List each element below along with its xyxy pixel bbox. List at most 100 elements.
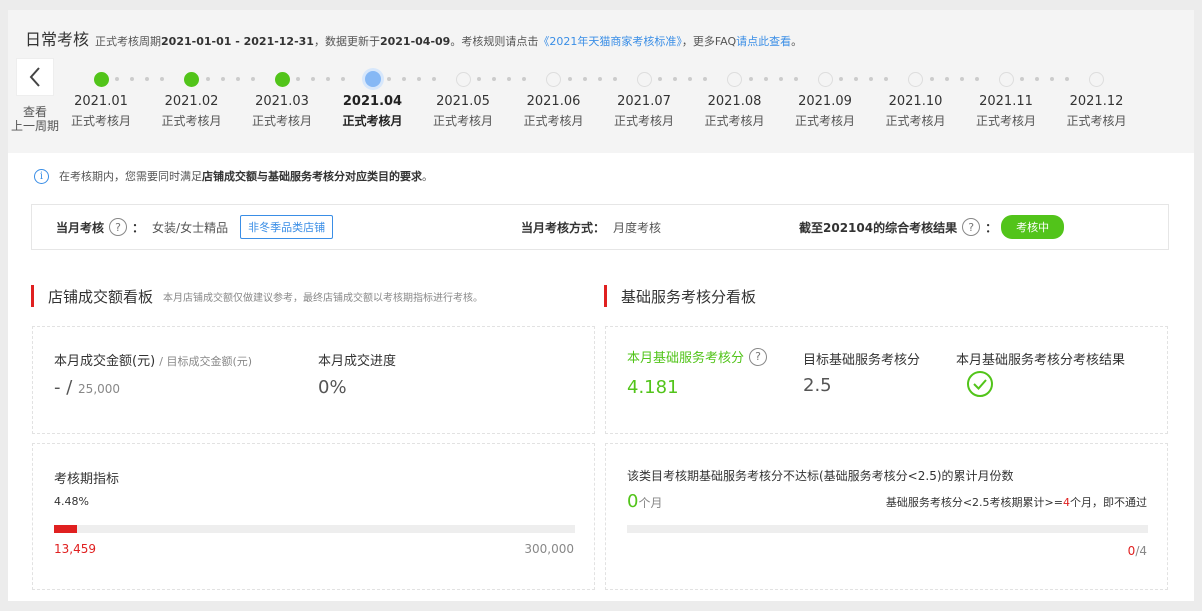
monthly-label: 当月考核: [56, 220, 105, 235]
timeline-dot-2021.11[interactable]: [998, 71, 1014, 87]
rule-limit: 4: [1063, 496, 1070, 509]
timeline-dot-2021.10[interactable]: [908, 71, 923, 87]
timeline-dot-2021.07[interactable]: [636, 71, 652, 87]
question-icon[interactable]: ?: [109, 218, 128, 236]
faq-link[interactable]: 请点此查看: [736, 35, 791, 48]
timeline-connector-dot: [974, 77, 979, 81]
timeline-connector-dot: [839, 77, 843, 81]
result-score-label: 本月基础服务考核分考核结果: [956, 353, 1126, 368]
sales-period-card: 考核期指标 4.48% 13,459 300,000: [32, 443, 595, 590]
overall-result: 截至202104的综合考核结果 ? ： 考核中: [799, 205, 1065, 249]
update-date: 2021-04-09: [379, 35, 451, 48]
timeline-connector-dot: [205, 77, 210, 81]
service-section-title: 基础服务考核分看板: [604, 285, 756, 307]
timeline-month-label: 2021.03: [255, 94, 309, 109]
period-current: 13,459: [54, 542, 96, 556]
result-label: 截至202104的综合考核结果: [799, 220, 958, 235]
timeline-month-label: 2021.02: [164, 94, 219, 109]
timeline-connector-dot: [1035, 77, 1039, 81]
timeline-connector-dot: [326, 77, 330, 81]
timeline-connector-dot: [748, 77, 753, 81]
amount-label-text: 本月成交金额(元): [54, 354, 156, 369]
timeline-connector-dot: [401, 77, 406, 81]
timeline-month-2021.01[interactable]: 2021.01 正式考核月: [61, 94, 141, 129]
timeline-dot-2021.01[interactable]: [93, 71, 109, 87]
timeline-connector-dot: [145, 77, 149, 81]
timeline-dot-2021.02[interactable]: [184, 71, 199, 87]
fail-progress-count: 0/4: [1128, 544, 1147, 558]
timeline-month-2021.12[interactable]: 2021.12 正式考核月: [1057, 94, 1137, 129]
timeline-month-2021.08[interactable]: 2021.08 正式考核月: [695, 94, 775, 129]
timeline-month-2021.11[interactable]: 2021.11 正式考核月: [966, 94, 1046, 129]
timeline-connector-dot: [416, 77, 421, 81]
target-label-text: / 目标成交金额(元): [159, 355, 253, 368]
period-timeline-panel: 日常考核 正式考核周期2021-01-01 - 2021-12-31，数据更新于2…: [8, 10, 1194, 153]
timeline-month-2021.07[interactable]: 2021.07 正式考核月: [604, 94, 684, 129]
timeline-month-2021.05[interactable]: 2021.05 正式考核月: [423, 94, 503, 129]
timeline-month-2021.04[interactable]: 2021.04 正式考核月: [333, 94, 413, 129]
timeline-month-sublabel: 正式考核月: [885, 114, 946, 128]
sales-title: 店铺成交额看板: [48, 287, 154, 306]
timeline-month-sublabel: 正式考核月: [975, 114, 1036, 128]
timeline-connector-dot: [854, 77, 858, 81]
timeline-dot-2021.03[interactable]: [274, 71, 290, 87]
timeline-month-2021.10[interactable]: 2021.10 正式考核月: [876, 94, 956, 129]
timeline-month-2021.06[interactable]: 2021.06 正式考核月: [514, 94, 594, 129]
page-title: 日常考核: [25, 30, 90, 49]
timeline-connector-dot: [250, 77, 255, 81]
notice: i 在考核期内，您需要同时满足 店铺成交额与基础服务考核分对应类目的要求。: [34, 168, 433, 184]
update-prefix: ，数据更新于: [313, 35, 380, 48]
header-row: 日常考核 正式考核周期2021-01-01 - 2021-12-31，数据更新于2…: [25, 26, 802, 50]
check-circle-icon: [967, 371, 993, 397]
score-label: 本月基础服务考核分?: [627, 347, 772, 366]
notice-bold: 店铺成交额与基础服务考核分对应类目的要求: [202, 170, 422, 183]
timeline-month-label: 2021.05: [436, 94, 490, 109]
timeline-month-sublabel: 正式考核月: [70, 114, 131, 128]
timeline-dot-2021.06[interactable]: [546, 71, 561, 87]
amount-value-text: -: [54, 377, 61, 398]
timeline-month-2021.03[interactable]: 2021.03 正式考核月: [242, 94, 322, 129]
category-value: 女装/女士精品: [152, 220, 229, 235]
timeline-month-2021.02[interactable]: 2021.02 正式考核月: [152, 94, 232, 129]
sales-monthly-card: 本月成交金额(元) / 目标成交金额(元) - / 25,000 本月成交进度 …: [32, 326, 595, 434]
timeline-month-label: 2021.10: [888, 94, 943, 109]
timeline-connector-dot: [220, 77, 225, 81]
timeline-dot-2021.05[interactable]: [455, 71, 471, 87]
timeline-dot-2021.08[interactable]: [727, 71, 742, 87]
timeline-dot-2021.12[interactable]: [1089, 71, 1104, 87]
timeline-month-label: 2021.09: [798, 94, 852, 109]
chevron-left-icon: [29, 67, 40, 87]
notice-prefix: 在考核期内，您需要同时满足: [59, 170, 202, 183]
method-label: 当月考核方式：: [521, 220, 606, 235]
faq-prefix: ，更多FAQ: [681, 35, 737, 48]
timeline-dot-2021.04[interactable]: [364, 71, 381, 87]
timeline-connector-dot: [1050, 77, 1054, 81]
timeline-month-label: 2021.06: [526, 94, 581, 109]
rule-suffix: 个月，即不通过: [1070, 496, 1147, 509]
fail-rule: 基础服务考核分<2.5考核期累计>=4个月，即不通过: [886, 494, 1147, 510]
timeline-connector-dot: [431, 77, 436, 81]
timeline-connector-dot: [1020, 77, 1024, 81]
check-mark: [973, 379, 987, 390]
progress-label: 本月成交进度: [318, 354, 397, 369]
service-monthly-card: 本月基础服务考核分? 4.181 目标基础服务考核分 2.5 本月基础服务考核分…: [605, 326, 1168, 434]
period-progress-bar: [54, 525, 575, 533]
question-icon[interactable]: ?: [749, 347, 768, 366]
rules-link[interactable]: 《2021年天猫商家考核标准》: [538, 35, 682, 48]
fail-unit: 个月: [638, 496, 663, 510]
timeline-month-sublabel: 正式考核月: [342, 114, 403, 128]
timeline-month-2021.09[interactable]: 2021.09 正式考核月: [785, 94, 865, 129]
timeline-dot-2021.09[interactable]: [817, 71, 833, 87]
timeline-connector-dot: [763, 77, 768, 81]
prev-period-label[interactable]: 查看 上一周期: [8, 105, 62, 133]
timeline-connector-dot: [477, 77, 481, 81]
timeline-connector-dot: [115, 77, 119, 81]
period-progress-fill: [54, 525, 78, 533]
timeline-connector-dot: [130, 77, 134, 81]
section-accent-bar: [604, 285, 607, 307]
sales-subtitle: 本月店铺成交额仅做建议参考，最终店铺成交额以考核期指标进行考核。: [163, 292, 484, 304]
timeline-connector-dot: [582, 77, 587, 81]
service-title: 基础服务考核分看板: [621, 287, 757, 306]
prev-period-button[interactable]: [16, 58, 54, 96]
question-icon[interactable]: ?: [962, 218, 981, 236]
